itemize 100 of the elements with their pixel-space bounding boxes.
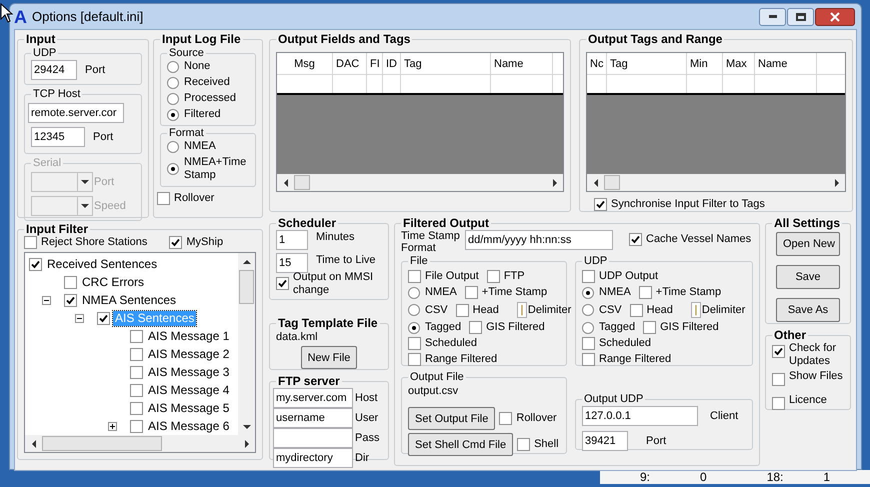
checkbox[interactable]: [64, 294, 77, 306]
button[interactable]: Save: [776, 265, 840, 289]
checkbox[interactable]: [169, 236, 182, 249]
vertical-scrollbar[interactable]: [238, 253, 255, 435]
column-header[interactable]: Name: [755, 53, 817, 74]
input-field[interactable]: 29424: [31, 60, 77, 80]
input-field[interactable]: dd/mm/yyyy hh:nn:ss: [465, 230, 613, 250]
radio-button[interactable]: [167, 60, 179, 72]
column-header[interactable]: Max: [723, 53, 755, 74]
checkbox[interactable]: [582, 270, 595, 283]
checkbox[interactable]: [464, 286, 478, 299]
scroll-down-icon[interactable]: [81, 178, 89, 186]
collapse-icon[interactable]: [42, 296, 51, 304]
maximize-button[interactable]: [787, 8, 814, 26]
tree-item[interactable]: AIS Message 4: [146, 382, 232, 398]
checkbox[interactable]: [630, 304, 643, 316]
minimize-button[interactable]: [759, 8, 786, 26]
input-field[interactable]: remote.server.cor: [28, 103, 124, 123]
checkbox[interactable]: [408, 337, 421, 350]
horizontal-scrollbar[interactable]: [277, 174, 563, 191]
column-header[interactable]: Tag: [607, 53, 687, 74]
checkbox[interactable]: [456, 304, 469, 316]
radio-button[interactable]: [582, 304, 594, 316]
checkbox[interactable]: [486, 270, 500, 283]
checkbox[interactable]: [130, 420, 143, 432]
scroll-right-icon[interactable]: [832, 178, 840, 186]
tree-item[interactable]: AIS Message 5: [146, 400, 232, 416]
checkbox[interactable]: [130, 366, 143, 378]
checkbox[interactable]: [772, 345, 785, 358]
checkbox[interactable]: [29, 258, 42, 270]
tree-item[interactable]: CRC Errors: [80, 274, 146, 290]
tree-item[interactable]: Received Sentences: [45, 256, 160, 272]
checkbox[interactable]: [64, 276, 77, 288]
checkbox[interactable]: [499, 412, 512, 425]
radio-button[interactable]: [167, 140, 179, 152]
button[interactable]: New File: [300, 346, 358, 369]
button[interactable]: Set Output File: [408, 407, 496, 430]
input-field[interactable]: username: [273, 408, 353, 428]
column-header[interactable]: Name: [491, 53, 553, 74]
checkbox[interactable]: [772, 373, 785, 386]
scroll-left-icon[interactable]: [282, 178, 290, 186]
checkbox[interactable]: [772, 397, 785, 410]
column-header[interactable]: Msg: [277, 53, 333, 74]
button[interactable]: Set Shell Cmd File: [408, 433, 514, 456]
scroll-up-icon[interactable]: [242, 258, 250, 266]
checkbox[interactable]: [130, 384, 143, 396]
close-button[interactable]: [815, 8, 855, 26]
scroll-down-icon[interactable]: [242, 422, 250, 430]
input-field[interactable]: my.server.com: [273, 388, 353, 408]
tree-item[interactable]: NMEA Sentences: [80, 292, 178, 308]
checkbox[interactable]: [582, 353, 595, 366]
input-field[interactable]: mydirectory: [273, 448, 353, 468]
column-header[interactable]: DAC: [333, 53, 367, 74]
radio-button[interactable]: [582, 322, 594, 334]
checkbox[interactable]: [517, 438, 530, 451]
input-field[interactable]: [273, 428, 353, 448]
input-field[interactable]: 15: [276, 253, 308, 273]
scrollbar-thumb[interactable]: [42, 436, 162, 451]
checkbox[interactable]: [276, 277, 289, 290]
checkbox[interactable]: [643, 321, 656, 334]
input-field[interactable]: 12345: [31, 127, 85, 147]
radio-button[interactable]: [167, 92, 179, 104]
tree-item[interactable]: AIS Message 3: [146, 364, 232, 380]
expand-icon[interactable]: [108, 422, 117, 430]
button[interactable]: Open New: [776, 232, 840, 256]
column-header[interactable]: Min: [687, 53, 723, 74]
checkbox[interactable]: [130, 330, 143, 342]
checkbox[interactable]: [582, 337, 595, 350]
radio-button[interactable]: [167, 163, 179, 175]
column-header[interactable]: ID: [383, 53, 401, 74]
checkbox[interactable]: [594, 198, 607, 211]
button[interactable]: Save As: [776, 298, 840, 322]
checkbox[interactable]: [408, 270, 421, 283]
horizontal-scrollbar[interactable]: [587, 174, 845, 191]
radio-button[interactable]: [408, 304, 420, 316]
radio-button[interactable]: [582, 286, 594, 298]
scroll-right-icon[interactable]: [550, 178, 558, 186]
scroll-left-icon[interactable]: [592, 178, 600, 186]
column-header[interactable]: FI: [367, 53, 383, 74]
checkbox[interactable]: [130, 402, 143, 414]
collapse-icon[interactable]: [75, 314, 84, 322]
checkbox[interactable]: [638, 286, 652, 299]
column-header[interactable]: Tag: [401, 53, 491, 74]
scroll-right-icon[interactable]: [242, 440, 250, 448]
tree-item[interactable]: AIS Message 6: [146, 418, 232, 434]
input-field[interactable]: 1: [276, 230, 308, 250]
tree-item[interactable]: AIS Message 1: [146, 328, 232, 344]
radio-button[interactable]: [408, 322, 420, 334]
input-field[interactable]: 39421: [582, 431, 628, 451]
checkbox[interactable]: [130, 348, 143, 360]
tree-item[interactable]: AIS Message 2: [146, 346, 232, 362]
checkbox[interactable]: [24, 236, 37, 249]
radio-button[interactable]: [408, 286, 420, 298]
checkbox[interactable]: [157, 192, 170, 205]
column-header[interactable]: Nc: [587, 53, 607, 74]
checkbox[interactable]: [97, 312, 110, 324]
scrollbar-thumb[interactable]: [604, 175, 620, 190]
scroll-down-icon[interactable]: [81, 202, 89, 210]
checkbox[interactable]: [469, 321, 482, 334]
scrollbar-thumb[interactable]: [294, 175, 310, 190]
